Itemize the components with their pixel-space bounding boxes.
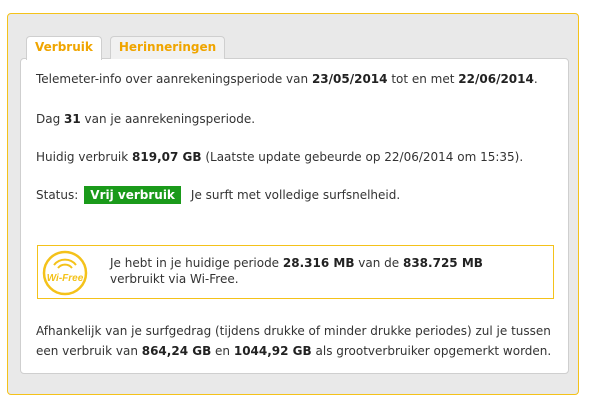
footer-low: 864,24 GB	[141, 344, 212, 358]
day-number: 31	[64, 112, 81, 126]
wifree-prefix: Je hebt in je huidige periode	[110, 256, 283, 270]
footer-middle: en	[211, 344, 234, 358]
telemeter-suffix: .	[533, 72, 538, 86]
usage-suffix: (Laatste update gebeurde op 22/06/2014 o…	[201, 150, 524, 164]
telemeter-period-line: Telemeter-info over aanrekeningsperiode …	[36, 72, 538, 86]
tab-bar: Verbruik Herinneringen	[26, 36, 226, 60]
usage-panel: Telemeter-info over aanrekeningsperiode …	[20, 58, 569, 374]
footer-high: 1044,92 GB	[233, 344, 312, 358]
status-badge: Vrij verbruik	[84, 186, 181, 204]
day-line: Dag 31 van je aanrekeningsperiode.	[36, 112, 255, 126]
status-label: Status:	[36, 188, 79, 202]
wifree-logo-icon: Wi-Free	[42, 250, 88, 296]
status-line: Status: Vrij verbruik Je surft met volledi…	[36, 186, 400, 204]
wifree-usage-text: Je hebt in je huidige periode 28.316 MB …	[110, 255, 540, 287]
wifree-middle: van de	[354, 256, 403, 270]
usage-line: Huidig verbruik 819,07 GB (Laatste updat…	[36, 150, 523, 164]
period-end-date: 22/06/2014	[458, 72, 534, 86]
telemeter-prefix: Telemeter-info over aanrekeningsperiode …	[36, 72, 312, 86]
tab-herinneringen[interactable]: Herinneringen	[109, 36, 226, 59]
wifree-suffix: verbruikt via Wi-Free.	[110, 272, 239, 286]
wifree-box: Wi-Free Je hebt in je huidige periode 28…	[37, 245, 554, 299]
status-message: Je surft met volledige surfsnelheid.	[190, 188, 401, 202]
usage-amount: 819,07 GB	[132, 150, 202, 164]
wifree-total: 838.725 MB	[402, 256, 483, 270]
usage-prefix: Huidig verbruik	[36, 150, 133, 164]
period-start-date: 23/05/2014	[311, 72, 388, 86]
wifree-logo-text: Wi-Free	[47, 273, 84, 284]
day-prefix: Dag	[36, 112, 65, 126]
day-suffix: van je aanrekeningsperiode.	[80, 112, 256, 126]
telemeter-middle: tot en met	[387, 72, 459, 86]
tab-verbruik[interactable]: Verbruik	[26, 36, 102, 60]
footer-suffix: als grootverbruiker opgemerkt worden.	[311, 344, 552, 358]
wifree-used: 28.316 MB	[282, 256, 355, 270]
heavy-user-info: Afhankelijk van je surfgedrag (tijdens d…	[36, 321, 556, 361]
